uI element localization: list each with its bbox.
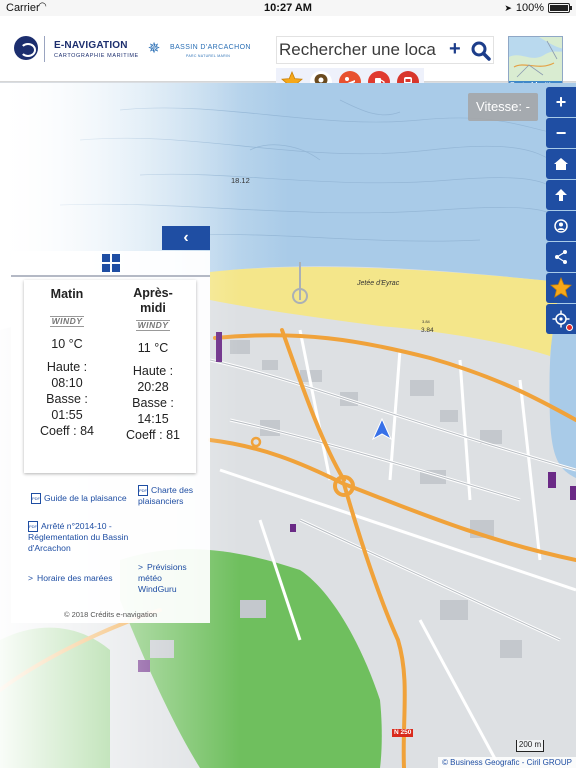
locate-icon — [554, 219, 568, 233]
tide-card: Matin WINDY 10 °C Haute : 08:10 Basse : … — [24, 280, 196, 473]
tide-coefficient: Coeff : 84 — [40, 424, 94, 438]
clock: 10:27 AM — [264, 2, 312, 14]
partner-subtitle: PARC NATUREL MARIN — [186, 54, 231, 58]
link-text: Horaire des marées — [37, 573, 113, 583]
app-header: E-NAVIGATION CARTOGRAPHIE MARITIME ✵ BAS… — [0, 16, 576, 96]
add-icon[interactable]: + — [449, 38, 461, 61]
temperature: 10 °C — [51, 337, 83, 351]
pdf-icon: PDF — [28, 521, 38, 532]
depth-label: 3.84 — [421, 327, 434, 334]
plus-icon: + — [555, 91, 567, 112]
depth-label: 3.84 — [422, 319, 430, 324]
horaire-marees-link[interactable]: > Horaire des marées — [28, 573, 138, 584]
panel-collapse-button[interactable]: ‹ — [162, 226, 210, 250]
home-icon — [554, 158, 568, 170]
windy-logo[interactable]: WINDY — [135, 320, 171, 331]
link-text: Arrêté n°2014-10 - Réglementation du Bas… — [28, 521, 129, 553]
link-text: Prévisions météo WindGuru — [138, 562, 187, 594]
chevron-right-icon: > — [28, 573, 34, 583]
arrete-reglementation-link[interactable]: PDF Arrêté n°2014-10 - Réglementation du … — [28, 521, 140, 554]
low-tide-time: 01:55 — [51, 408, 83, 422]
column-heading: Matin — [50, 287, 84, 301]
favorites-button[interactable] — [546, 273, 576, 303]
depth-label: 18.12 — [231, 176, 250, 185]
grid-icon[interactable] — [101, 254, 120, 272]
credits-link[interactable]: © 2018 Crédits e-navigation — [11, 610, 210, 619]
chevron-right-icon: > — [138, 562, 144, 572]
search-input[interactable] — [279, 38, 439, 62]
arrow-up-icon — [555, 189, 567, 201]
map-attribution[interactable]: © Business Geografic - Ciril GROUP — [438, 757, 576, 768]
home-button[interactable] — [546, 149, 576, 179]
e-navigation-logo[interactable] — [14, 36, 38, 60]
high-tide-time: 20:28 — [137, 380, 169, 394]
search-box: + — [276, 36, 494, 64]
battery-icon — [548, 3, 572, 13]
pdf-icon: PDF — [138, 485, 148, 496]
share-icon — [555, 250, 567, 264]
brand-subtitle: CARTOGRAPHIE MARITIME — [54, 53, 139, 59]
favorite-star-icon — [550, 277, 572, 298]
chevron-left-icon: ‹ — [183, 229, 189, 246]
high-tide-label: Haute : — [132, 364, 174, 378]
high-tide-label: Haute : — [46, 360, 88, 374]
guide-plaisance-link[interactable]: PDF Guide de la plaisance — [31, 493, 141, 504]
previsions-meteo-link[interactable]: > Prévisions météo WindGuru — [138, 562, 202, 595]
gps-off-badge — [566, 324, 573, 331]
tide-coefficient: Coeff : 81 — [126, 428, 180, 442]
north-up-button[interactable] — [546, 180, 576, 210]
low-tide-label: Basse : — [46, 392, 88, 406]
search-icon[interactable] — [471, 41, 491, 61]
bassin-logo-icon[interactable]: ✵ — [146, 41, 162, 57]
info-panel: Matin WINDY 10 °C Haute : 08:10 Basse : … — [11, 251, 210, 623]
speed-indicator: Vitesse: - — [468, 93, 538, 121]
brand-title: E-NAVIGATION — [54, 40, 128, 51]
zoom-out-button[interactable]: − — [546, 118, 576, 148]
battery-percent: 100% — [515, 2, 544, 14]
gps-tracking-button[interactable] — [546, 304, 576, 334]
minus-icon: − — [555, 122, 567, 143]
status-bar: Carrier ◠ 10:27 AM ➤ 100% — [0, 0, 576, 16]
charte-plaisanciers-link[interactable]: PDF Charte des plaisanciers — [138, 485, 198, 507]
link-text: Guide de la plaisance — [44, 493, 127, 503]
tide-column-afternoon: Après-midi WINDY 11 °C Haute : 20:28 Bas… — [110, 280, 196, 443]
low-tide-label: Basse : — [132, 396, 174, 410]
scale-bar: 200 m — [516, 740, 544, 752]
high-tide-time: 08:10 — [51, 376, 83, 390]
zoom-in-button[interactable]: + — [546, 87, 576, 117]
road-label: N 250 — [392, 729, 414, 737]
place-label: Jetée d'Eyrac — [357, 280, 400, 287]
partner-name: BASSIN D'ARCACHON — [170, 44, 251, 51]
temperature: 11 °C — [137, 341, 169, 355]
tide-column-morning: Matin WINDY 10 °C Haute : 08:10 Basse : … — [24, 280, 110, 439]
pdf-icon: PDF — [31, 493, 41, 504]
panel-header — [11, 251, 210, 277]
share-button[interactable] — [546, 242, 576, 272]
map-toolbar: + − — [546, 87, 576, 335]
my-location-button[interactable] — [546, 211, 576, 241]
low-tide-time: 14:15 — [137, 412, 169, 426]
windy-logo[interactable]: WINDY — [49, 316, 85, 327]
column-heading: Après-midi — [133, 286, 173, 315]
location-arrow-icon: ➤ — [504, 2, 512, 13]
brand-divider — [44, 36, 45, 62]
